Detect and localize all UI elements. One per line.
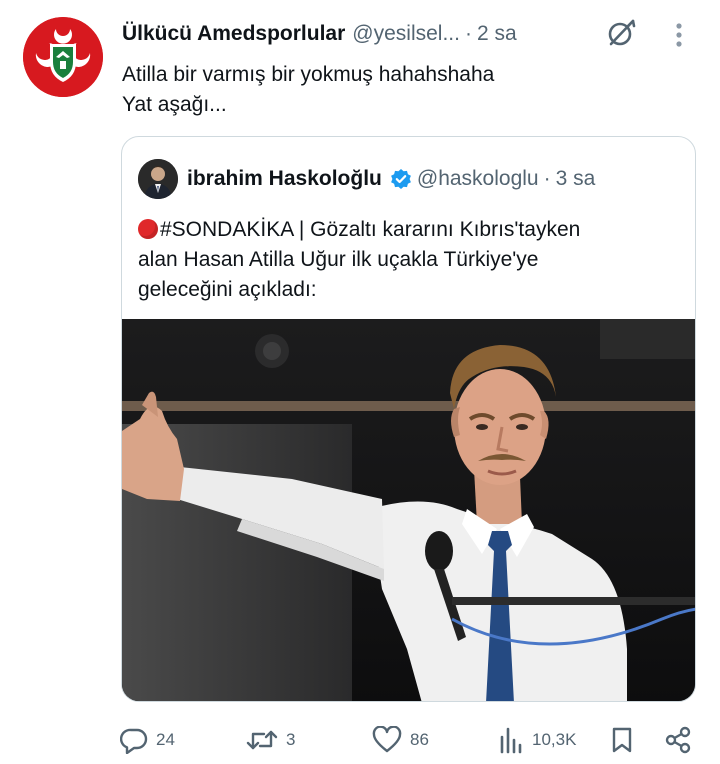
- tweet-text-line: Yat aşağı...: [122, 93, 227, 116]
- bookmark-icon: [612, 727, 632, 753]
- repost-button[interactable]: 3: [246, 722, 295, 758]
- quoted-tweet-card[interactable]: ibrahim Haskoloğlu @haskologlu · 3 sa #S…: [121, 136, 696, 702]
- grok-icon: [608, 19, 636, 46]
- quoted-text-line: geleceğini açıkladı:: [138, 278, 317, 301]
- reply-icon: [120, 728, 148, 754]
- quoted-author-handle[interactable]: @haskologlu: [417, 167, 539, 191]
- repost-icon: [246, 730, 278, 750]
- tweet-text-line: Atilla bir varmış bir yokmuş hahahshaha: [122, 63, 495, 86]
- share-icon: [665, 726, 691, 754]
- club-logo-icon: [23, 17, 103, 97]
- separator-dot: ·: [464, 22, 472, 45]
- quoted-text-line: #SONDAKİKA | Gözaltı kararını Kıbrıs'tay…: [138, 215, 683, 245]
- quoted-tweet-time[interactable]: 3 sa: [556, 167, 596, 191]
- author-handle[interactable]: @yesilsel...: [352, 22, 460, 46]
- tweet-time[interactable]: 2 sa: [477, 22, 517, 46]
- like-count: 86: [410, 730, 429, 749]
- reply-count: 24: [156, 730, 175, 749]
- red-circle-emoji-icon: [138, 219, 158, 239]
- verified-badge-icon: [390, 168, 412, 190]
- repost-count: 3: [286, 730, 296, 749]
- like-button[interactable]: 86: [372, 722, 429, 758]
- more-button[interactable]: [668, 18, 690, 52]
- author-avatar[interactable]: [23, 17, 103, 97]
- person-photo-icon: [138, 159, 178, 199]
- views-icon: [500, 727, 522, 754]
- share-button[interactable]: [664, 722, 692, 758]
- views-count: 10,3K: [532, 730, 577, 749]
- quoted-text-line: alan Hasan Atilla Uğur ilk uçakla Türkiy…: [138, 248, 539, 271]
- reply-button[interactable]: 24: [120, 722, 175, 758]
- quoted-tweet-header: ibrahim Haskoloğlu @haskologlu · 3 sa: [138, 159, 595, 199]
- heart-icon: [372, 726, 402, 753]
- speaker-photo-illustration: [122, 319, 695, 701]
- grok-button[interactable]: [604, 16, 638, 50]
- quoted-tweet-text: #SONDAKİKA | Gözaltı kararını Kıbrıs'tay…: [138, 215, 683, 305]
- more-vertical-icon: [676, 23, 682, 47]
- tweet-text: Atilla bir varmış bir yokmuş hahahshaha …: [122, 60, 682, 120]
- quoted-text-segment: #SONDAKİKA | Gözaltı kararını Kıbrıs'tay…: [160, 218, 581, 241]
- bookmark-button[interactable]: [610, 722, 634, 758]
- quoted-author-name[interactable]: ibrahim Haskoloğlu: [187, 167, 382, 191]
- quoted-author-avatar[interactable]: [138, 159, 178, 199]
- separator-dot: ·: [543, 167, 551, 190]
- quoted-tweet-photo[interactable]: [122, 319, 695, 701]
- action-bar: 24 3 86 10,3K: [120, 722, 700, 758]
- views-button[interactable]: 10,3K: [498, 722, 576, 758]
- author-name[interactable]: Ülkücü Amedsporlular: [122, 22, 345, 46]
